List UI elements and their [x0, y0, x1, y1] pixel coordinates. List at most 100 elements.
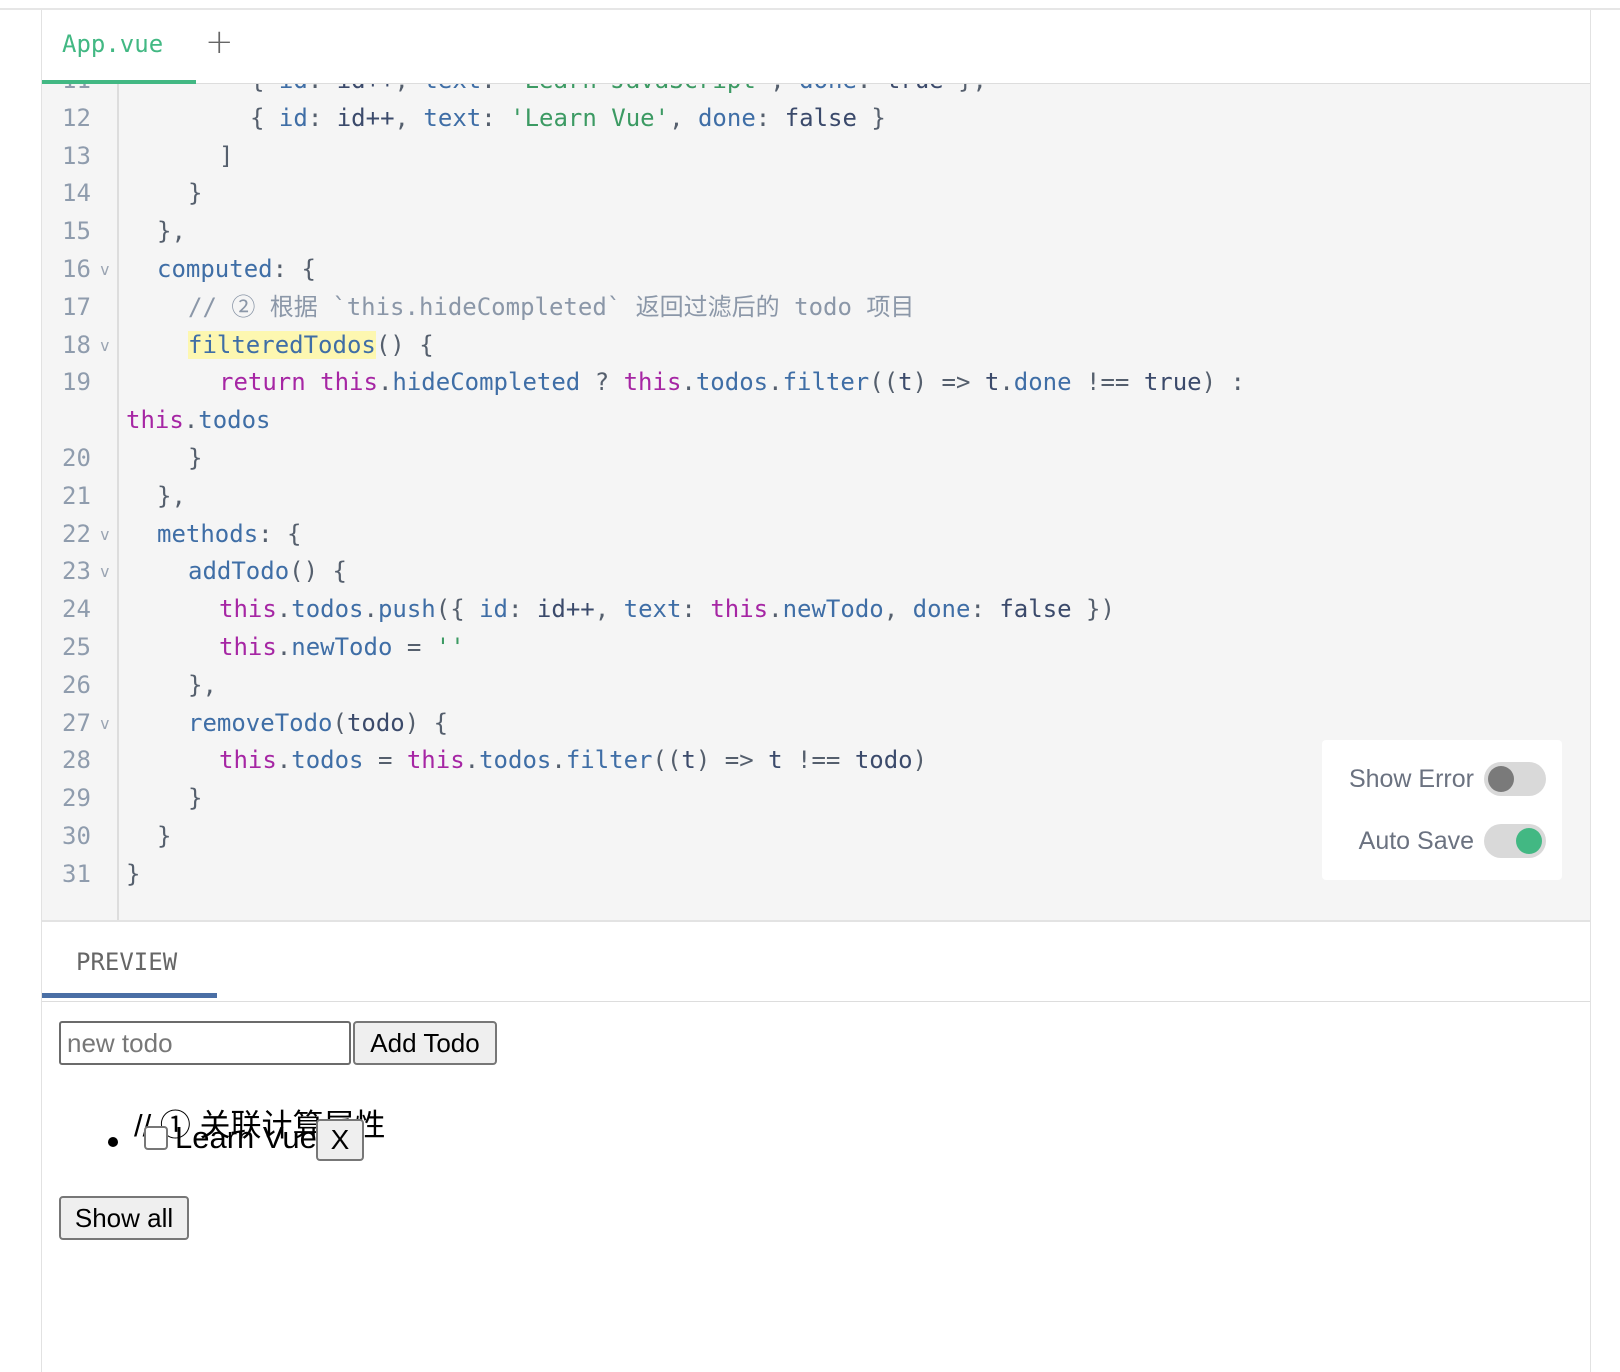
code-token: . [551, 746, 566, 775]
line-number: 18 [62, 330, 91, 359]
line-number: 27 [62, 708, 91, 737]
fold-chevron-icon[interactable]: v [100, 552, 110, 591]
code-line: 17 // ② 根据 `this.hideCompleted` 返回过滤后的 to… [42, 288, 1590, 327]
code-line: 27 v removeTodo(todo) { [42, 704, 1590, 743]
code-token: t [898, 368, 913, 397]
code-token: }) [1071, 595, 1115, 624]
code-token: false [999, 595, 1072, 624]
code-editor[interactable]: 11 { id: id++, text: 'Learn JavaScript', … [42, 84, 1590, 922]
code-text: } [157, 817, 171, 856]
code-token: true [886, 84, 944, 94]
code-token: . [768, 368, 783, 397]
code-token: { [250, 103, 279, 132]
remove-todo-button[interactable]: X [316, 1119, 364, 1161]
code-token: this [219, 595, 277, 624]
show-error-switch[interactable] [1484, 762, 1546, 796]
line-number: 30 [62, 822, 91, 850]
code-token: () { [375, 330, 434, 359]
code-token: . [276, 595, 292, 624]
code-token: , [395, 84, 424, 94]
code-token: , [883, 595, 913, 624]
code-line: 26}, [42, 666, 1590, 705]
code-token: : [481, 103, 511, 132]
code-line: 19 return this.hideCompleted ? this.todos… [42, 363, 1590, 402]
code-text: removeTodo(todo) { [188, 704, 448, 743]
code-token: done [799, 84, 857, 94]
code-token: { [250, 84, 279, 94]
code-token: newTodo [291, 633, 393, 661]
code-text: addTodo() { [188, 552, 347, 591]
code-token: ? [580, 368, 624, 397]
code-token: . [276, 746, 292, 775]
code-line: 22 v methods: { [42, 515, 1590, 554]
code-token: (( [652, 746, 682, 775]
code-text: this.todos.push({ id: id++, text: this.n… [219, 590, 1115, 629]
code-text: this.newTodo = '' [219, 628, 465, 667]
code-token: !== [1071, 368, 1144, 397]
code-text: } [126, 855, 140, 894]
line-number: 28 [62, 746, 91, 775]
auto-save-switch[interactable] [1484, 824, 1546, 858]
code-token: id++ [337, 84, 395, 94]
code-token: }, [157, 217, 186, 246]
code-token: . [276, 633, 292, 661]
show-error-toggle[interactable]: Show Error [1349, 762, 1546, 796]
code-line: 13] [42, 137, 1590, 176]
code-token: = [363, 746, 407, 775]
code-text: ] [219, 137, 233, 176]
code-token: todos [291, 595, 364, 624]
code-text: }, [157, 477, 186, 516]
code-line: 14} [42, 174, 1590, 213]
code-token: text [623, 595, 682, 624]
code-token: !== [782, 746, 855, 775]
code-token: todos [479, 746, 552, 775]
fold-chevron-icon[interactable]: v [100, 515, 110, 554]
new-todo-input[interactable] [59, 1021, 351, 1065]
code-token: , [770, 84, 799, 94]
code-token: : { [272, 255, 316, 283]
code-token: }, [157, 481, 186, 510]
code-token: } [188, 444, 203, 472]
add-todo-button[interactable]: Add Todo [353, 1021, 497, 1065]
todo-item-text: Learn Vue [175, 1120, 317, 1155]
tab-preview[interactable]: PREVIEW [42, 922, 217, 998]
fold-chevron-icon[interactable]: v [100, 704, 110, 743]
line-number: 13 [62, 141, 91, 170]
code-token: this [623, 368, 682, 397]
fold-chevron-icon[interactable]: v [100, 326, 110, 365]
todo-done-checkbox[interactable] [144, 1126, 168, 1150]
fold-chevron-icon[interactable]: v [100, 250, 110, 289]
code-token: '' [435, 633, 465, 661]
code-token: id [479, 595, 509, 624]
add-file-button[interactable]: + [205, 22, 234, 62]
code-token: this [320, 368, 378, 397]
code-line: this.todos [42, 401, 1590, 440]
code-text: return this.hideCompleted ? this.todos.f… [219, 363, 1245, 402]
code-line: 21}, [42, 477, 1590, 516]
preview-tabbar: PREVIEW [42, 922, 1590, 1002]
auto-save-toggle[interactable]: Auto Save [1359, 824, 1546, 858]
code-token: . [377, 368, 393, 397]
code-token: , [394, 103, 424, 132]
code-token: 'Learn JavaScript' [510, 84, 770, 94]
code-text: filteredTodos() { [188, 326, 434, 365]
code-line: 25 this.newTodo = '' [42, 628, 1590, 667]
code-token: removeTodo [188, 708, 333, 737]
code-token: t [681, 746, 696, 775]
code-token: = [392, 633, 436, 661]
show-all-button[interactable]: Show all [59, 1196, 189, 1240]
code-token: ) => [912, 368, 985, 397]
line-number: 11 [62, 84, 100, 100]
code-token: : [857, 84, 886, 94]
code-token: : [481, 84, 510, 94]
code-token: methods [157, 519, 259, 548]
code-token: (( [869, 368, 899, 397]
code-token: } [126, 859, 141, 888]
code-token: } [157, 822, 172, 850]
code-token: computed [157, 255, 273, 283]
code-token: t [984, 368, 1000, 397]
code-token: }, [188, 670, 217, 699]
code-token: . [768, 595, 783, 624]
code-token: id++ [336, 103, 395, 132]
tab-app-vue[interactable]: App.vue [42, 10, 196, 84]
